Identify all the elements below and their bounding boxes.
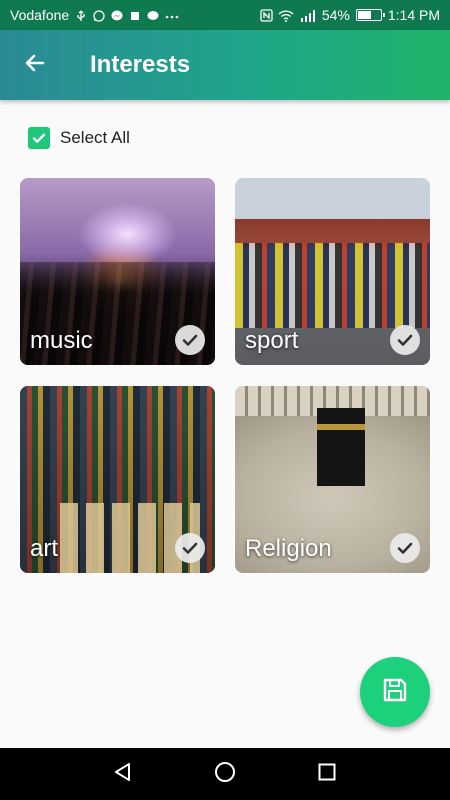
back-triangle-icon [113, 762, 133, 787]
interests-screen: Vodafone 54% 1:14 PM Interests Select Al… [0, 0, 450, 800]
app-bar: Interests [0, 30, 450, 100]
status-bar-right: 54% 1:14 PM [260, 7, 440, 23]
check-circle-icon[interactable] [175, 325, 205, 355]
save-icon [381, 676, 409, 709]
status-bar: Vodafone 54% 1:14 PM [0, 0, 450, 30]
stop-icon [129, 9, 141, 21]
nav-back-button[interactable] [111, 762, 135, 786]
select-all-label: Select All [60, 128, 130, 147]
usb-icon [75, 9, 87, 21]
interest-label: art [30, 535, 59, 562]
status-bar-left: Vodafone [10, 7, 260, 23]
recents-square-icon [318, 763, 336, 786]
interest-label: music [30, 327, 93, 354]
carrier-label: Vodafone [10, 7, 70, 23]
signal-icon [300, 9, 316, 22]
interest-label: Religion [245, 535, 332, 562]
check-circle-icon[interactable] [390, 325, 420, 355]
chat-icon [147, 9, 159, 21]
cyclists [235, 243, 430, 328]
nav-recents-button[interactable] [315, 762, 339, 786]
save-button[interactable] [360, 657, 430, 727]
interest-card-sport[interactable]: sport [235, 178, 430, 365]
nfc-icon [260, 9, 273, 22]
interest-card-art[interactable]: art [20, 386, 215, 573]
arrow-left-icon [23, 51, 47, 80]
battery-icon [355, 9, 385, 21]
system-nav-bar [0, 748, 450, 800]
wifi-icon [278, 9, 294, 22]
interest-card-music[interactable]: music [20, 178, 215, 365]
check-circle-icon[interactable] [390, 533, 420, 563]
messenger-icon [111, 9, 123, 21]
interests-grid: music sport art Religion [20, 178, 430, 573]
battery-percent: 54% [321, 7, 350, 23]
battery-fill [357, 11, 371, 19]
interest-label: sport [245, 327, 299, 354]
clock: 1:14 PM [387, 7, 440, 23]
checkbox-checked-icon[interactable] [28, 127, 50, 149]
more-icon [165, 9, 179, 21]
whatsapp-icon [93, 9, 105, 22]
check-circle-icon[interactable] [175, 533, 205, 563]
select-all-checkbox[interactable]: Select All [28, 127, 130, 149]
nav-home-button[interactable] [213, 761, 237, 788]
interest-card-religion[interactable]: Religion [235, 386, 430, 573]
home-circle-icon [214, 761, 236, 788]
back-button[interactable] [0, 30, 70, 100]
page-title: Interests [90, 51, 191, 78]
kaaba [317, 408, 365, 486]
